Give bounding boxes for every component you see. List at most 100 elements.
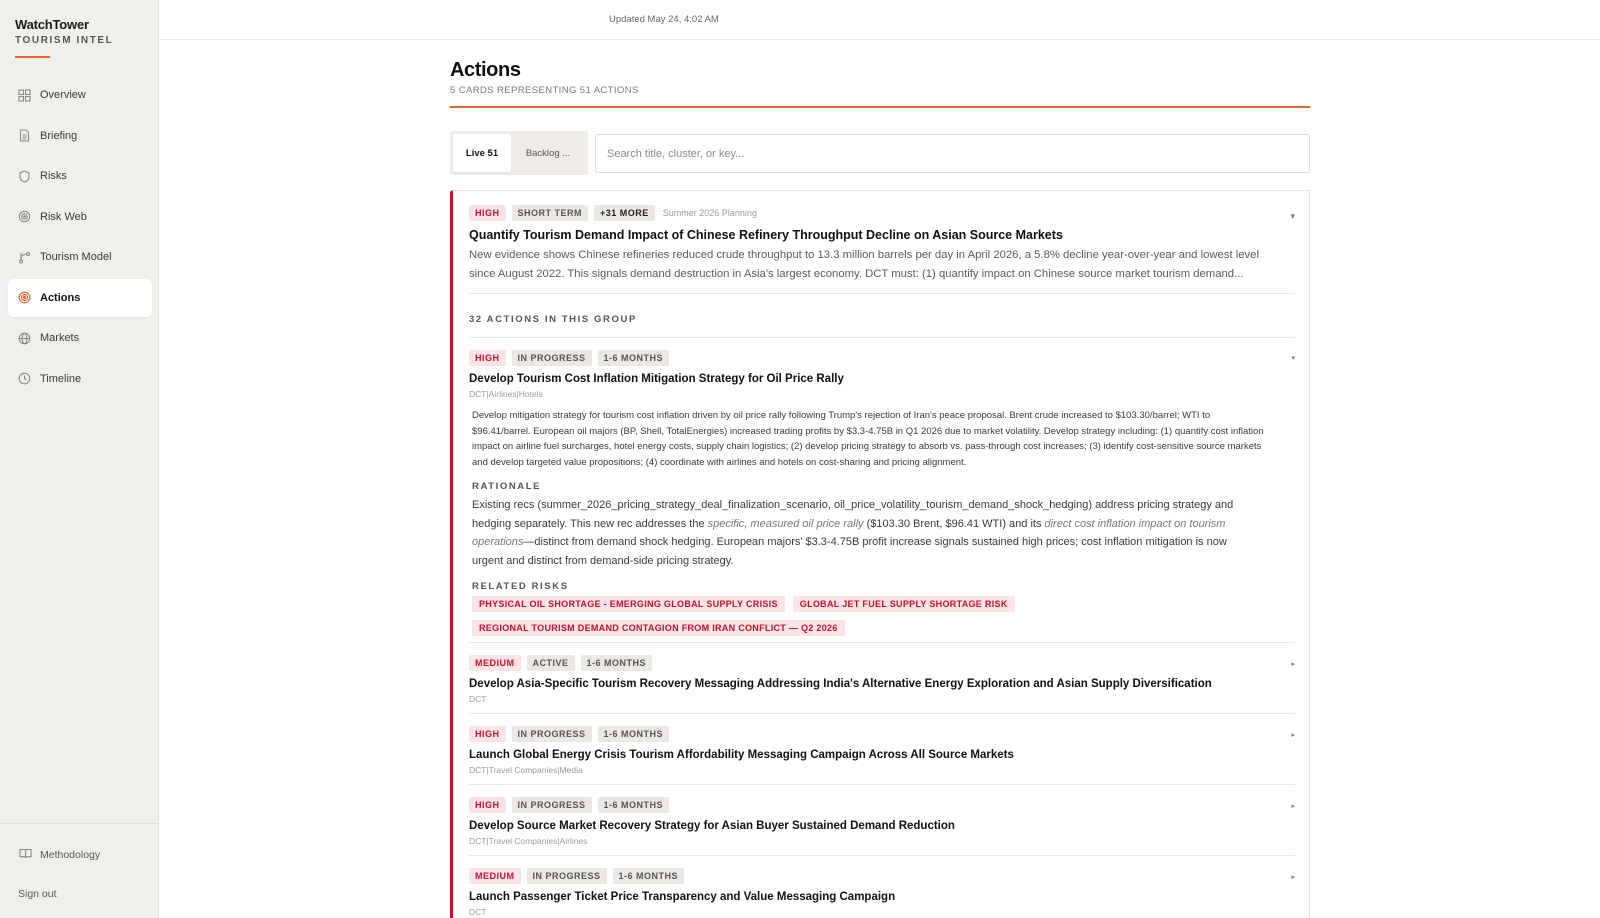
tab-live[interactable]: Live 51 (453, 134, 511, 172)
action-tags: HIGH IN PROGRESS 1-6 MONTHS (469, 350, 1295, 366)
brand-accent-bar (15, 56, 50, 58)
page-subtitle: 5 CARDS REPRESENTING 51 ACTIONS (450, 85, 639, 96)
globe-icon (17, 331, 31, 345)
app-name: WatchTower (15, 17, 89, 32)
grid-icon (17, 88, 31, 102)
risk-tag[interactable]: PHYSICAL OIL SHORTAGE - EMERGING GLOBAL … (472, 596, 785, 612)
action-stakeholders: DCT|Travel Companies|Media (469, 765, 583, 775)
action-description-line: $96.41/barrel. European oil majors (BP, … (472, 425, 1264, 437)
search-input[interactable] (595, 134, 1310, 173)
risk-tag[interactable]: REGIONAL TOURISM DEMAND CONTAGION FROM I… (472, 620, 845, 636)
sidebar-item-label: Overview (40, 89, 86, 101)
action-title: Develop Tourism Cost Inflation Mitigatio… (469, 373, 844, 385)
chevron-right-icon[interactable]: ▸ (1291, 660, 1295, 668)
signout-link[interactable]: Sign out (18, 888, 57, 900)
target-icon (17, 291, 31, 305)
web-icon (17, 210, 31, 224)
book-icon (19, 846, 32, 864)
action-tags: MEDIUM IN PROGRESS 1-6 MONTHS (469, 868, 1295, 884)
status-badge: IN PROGRESS (526, 868, 607, 884)
sidebar-item-label: Risks (40, 170, 67, 182)
card-cluster-note: Summer 2026 Planning (662, 208, 757, 218)
rationale-text-part: ($103.30 Brent, $96.41 WTI) and its (863, 517, 1045, 530)
app-subtitle: TOURISM INTEL (15, 35, 114, 46)
methodology-link[interactable]: Methodology (19, 846, 100, 864)
action-title: Launch Passenger Ticket Price Transparen… (469, 891, 896, 903)
sidebar-item-briefing[interactable]: Briefing (8, 117, 152, 155)
topbar: Updated May 24, 4:02 AM (159, 0, 1600, 40)
priority-badge: HIGH (469, 726, 506, 742)
divider (469, 713, 1295, 714)
rationale-emphasis: operations (472, 536, 524, 548)
list-item[interactable]: MEDIUM ACTIVE 1-6 MONTHS ▸ Develop Asia-… (469, 655, 1295, 704)
rationale-line: urgent and distinct from demand-side pri… (472, 554, 734, 567)
sidebar-nav: Overview Briefing Risks Risk Web Tourism… (8, 76, 152, 400)
list-item[interactable]: HIGH IN PROGRESS 1-6 MONTHS ▸ Develop So… (469, 797, 1295, 846)
sidebar-item-risks[interactable]: Risks (8, 157, 152, 195)
status-badge: IN PROGRESS (511, 350, 592, 366)
risk-tag[interactable]: GLOBAL JET FUEL SUPPLY SHORTAGE RISK (792, 596, 1015, 612)
status-badge: IN PROGRESS (511, 797, 592, 813)
sidebar-item-markets[interactable]: Markets (8, 319, 152, 357)
rationale-label: RATIONALE (472, 481, 542, 492)
status-toggle: Live 51 Backlog ... (450, 131, 588, 175)
page-title: Actions (450, 59, 521, 81)
sidebar-item-label: Actions (40, 291, 81, 304)
action-card: HIGH SHORT TERM +31 MORE Summer 2026 Pla… (450, 190, 1310, 918)
action-tags: HIGH IN PROGRESS 1-6 MONTHS (469, 797, 1295, 813)
card-title: Quantify Tourism Demand Impact of Chines… (469, 228, 1063, 242)
action-stakeholders: DCT (469, 694, 487, 704)
list-item[interactable]: HIGH IN PROGRESS 1-6 MONTHS ▾ Develop To… (469, 350, 1295, 399)
priority-badge: MEDIUM (469, 868, 521, 884)
tab-backlog[interactable]: Backlog ... (511, 134, 585, 172)
sidebar-item-label: Markets (40, 332, 80, 344)
shield-icon (17, 169, 31, 183)
card-description-line: New evidence shows Chinese refineries re… (469, 249, 1259, 261)
chevron-right-icon[interactable]: ▸ (1291, 731, 1295, 739)
priority-badge: MEDIUM (469, 655, 521, 671)
sidebar-item-timeline[interactable]: Timeline (8, 360, 152, 398)
action-title: Launch Global Energy Crisis Tourism Affo… (469, 749, 1014, 761)
action-stakeholders: DCT (469, 907, 487, 917)
rationale-emphasis: specific, measured oil price rally (707, 517, 864, 530)
sidebar-divider (0, 823, 158, 824)
duration-badge: 1-6 MONTHS (597, 726, 670, 742)
sidebar-item-label: Briefing (40, 129, 78, 142)
rationale-line: Existing recs (summer_2026_pricing_strat… (472, 499, 1234, 511)
divider (469, 855, 1295, 856)
sidebar-item-risk-web[interactable]: Risk Web (8, 198, 152, 236)
more-badge: +31 MORE (594, 205, 655, 221)
status-badge: ACTIVE (526, 655, 575, 671)
rationale-text-part: —distinct from demand shock hedging. Eur… (523, 536, 1227, 548)
action-description: Develop mitigation strategy for tourism … (472, 408, 1295, 470)
sidebar-item-label: Risk Web (40, 210, 87, 223)
group-count-label: 32 ACTIONS IN THIS GROUP (469, 314, 637, 325)
clock-icon (17, 372, 31, 386)
sidebar-item-actions[interactable]: Actions (8, 278, 152, 317)
divider (469, 642, 1295, 643)
methodology-label: Methodology (40, 849, 101, 861)
action-tags: MEDIUM ACTIVE 1-6 MONTHS (469, 655, 1295, 671)
divider (469, 784, 1295, 785)
term-badge: SHORT TERM (511, 205, 588, 221)
sidebar-item-tourism-model[interactable]: Tourism Model (8, 238, 152, 276)
sidebar-item-label: Tourism Model (40, 251, 112, 263)
related-risks-label: RELATED RISKS (472, 581, 569, 592)
card-description-line: since August 2022. This signals demand d… (469, 267, 1244, 280)
sidebar-item-label: Timeline (40, 372, 82, 385)
priority-badge: HIGH (469, 350, 506, 366)
sidebar-item-overview[interactable]: Overview (8, 76, 152, 114)
priority-badge: HIGH (469, 205, 506, 221)
list-item[interactable]: HIGH IN PROGRESS 1-6 MONTHS ▸ Launch Glo… (469, 726, 1295, 775)
action-stakeholders: DCT|Airlines|Hotels (469, 389, 543, 399)
chevron-down-icon[interactable]: ▾ (1291, 354, 1295, 362)
action-stakeholders: DCT|Travel Companies|Airlines (469, 836, 588, 846)
card-header[interactable]: HIGH SHORT TERM +31 MORE Summer 2026 Pla… (469, 205, 1295, 283)
chevron-down-icon[interactable]: ▾ (1290, 211, 1295, 222)
chevron-right-icon[interactable]: ▸ (1291, 802, 1295, 810)
rationale-text: Existing recs (summer_2026_pricing_strat… (472, 496, 1295, 570)
card-tags: HIGH SHORT TERM +31 MORE Summer 2026 Pla… (469, 205, 1295, 221)
chevron-right-icon[interactable]: ▸ (1291, 873, 1295, 881)
list-item[interactable]: MEDIUM IN PROGRESS 1-6 MONTHS ▸ Launch P… (469, 868, 1295, 917)
action-description-line: Develop mitigation strategy for tourism … (472, 410, 1211, 421)
